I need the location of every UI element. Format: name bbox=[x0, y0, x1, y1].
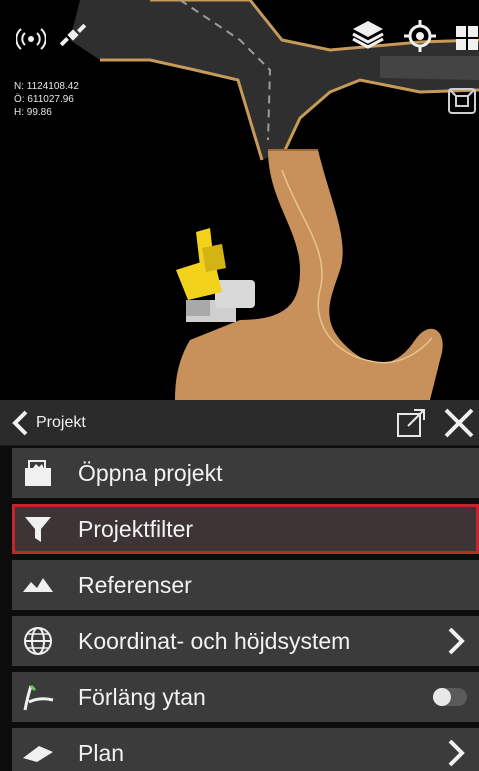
plan-icon bbox=[23, 746, 53, 762]
satellite-icon[interactable] bbox=[58, 20, 88, 50]
road-3d-scene bbox=[70, 0, 479, 400]
references-icon bbox=[23, 578, 53, 592]
menu-item-extend-surface[interactable]: Förläng ytan bbox=[12, 672, 479, 722]
coordinate-readout: N: 1124108.42 Ö: 611027.96 H: 99.86 bbox=[14, 80, 79, 119]
extend-surface-toggle[interactable] bbox=[433, 688, 467, 706]
gps-signal-icon[interactable] bbox=[16, 26, 46, 52]
menu-item-plan[interactable]: Plan bbox=[12, 728, 479, 771]
menu-item-label: Koordinat- och höjdsystem bbox=[78, 627, 351, 654]
back-button[interactable]: Projekt bbox=[10, 406, 86, 440]
menu-item-label: Referenser bbox=[78, 571, 192, 598]
menu-item-label: Förläng ytan bbox=[78, 683, 206, 710]
menu-item-label: Projektfilter bbox=[78, 515, 194, 542]
cube-view-icon[interactable] bbox=[452, 18, 479, 52]
coord-east: Ö: 611027.96 bbox=[14, 94, 74, 105]
coord-height: H: 99.86 bbox=[14, 107, 52, 118]
menu-item-open-project[interactable]: Öppna projekt bbox=[12, 448, 479, 498]
chevron-right-icon bbox=[448, 739, 465, 767]
back-label: Projekt bbox=[36, 414, 86, 431]
menu-item-coordinate-system[interactable]: Koordinat- och höjdsystem bbox=[12, 616, 479, 666]
extend-surface-icon bbox=[23, 684, 54, 711]
menu-item-label: Plan bbox=[78, 739, 125, 766]
menu-item-references[interactable]: Referenser bbox=[12, 560, 479, 610]
popout-icon[interactable] bbox=[394, 406, 428, 440]
layers-icon[interactable] bbox=[350, 18, 386, 52]
locate-icon[interactable] bbox=[404, 20, 436, 52]
view-mode-icon[interactable] bbox=[446, 86, 478, 116]
menu-item-project-filter[interactable]: Projektfilter bbox=[12, 504, 479, 554]
chevron-right-icon bbox=[448, 627, 465, 655]
filter-icon bbox=[25, 517, 51, 542]
close-icon[interactable] bbox=[442, 406, 476, 440]
coord-north: N: 1124108.42 bbox=[14, 81, 79, 92]
folder-icon bbox=[25, 460, 51, 486]
menu-item-label: Öppna projekt bbox=[78, 459, 223, 486]
chevron-left-icon bbox=[12, 410, 28, 436]
globe-icon bbox=[24, 627, 52, 655]
toggle-knob bbox=[433, 688, 451, 706]
map-viewport[interactable]: N: 1124108.42 Ö: 611027.96 H: 99.86 bbox=[0, 0, 479, 400]
